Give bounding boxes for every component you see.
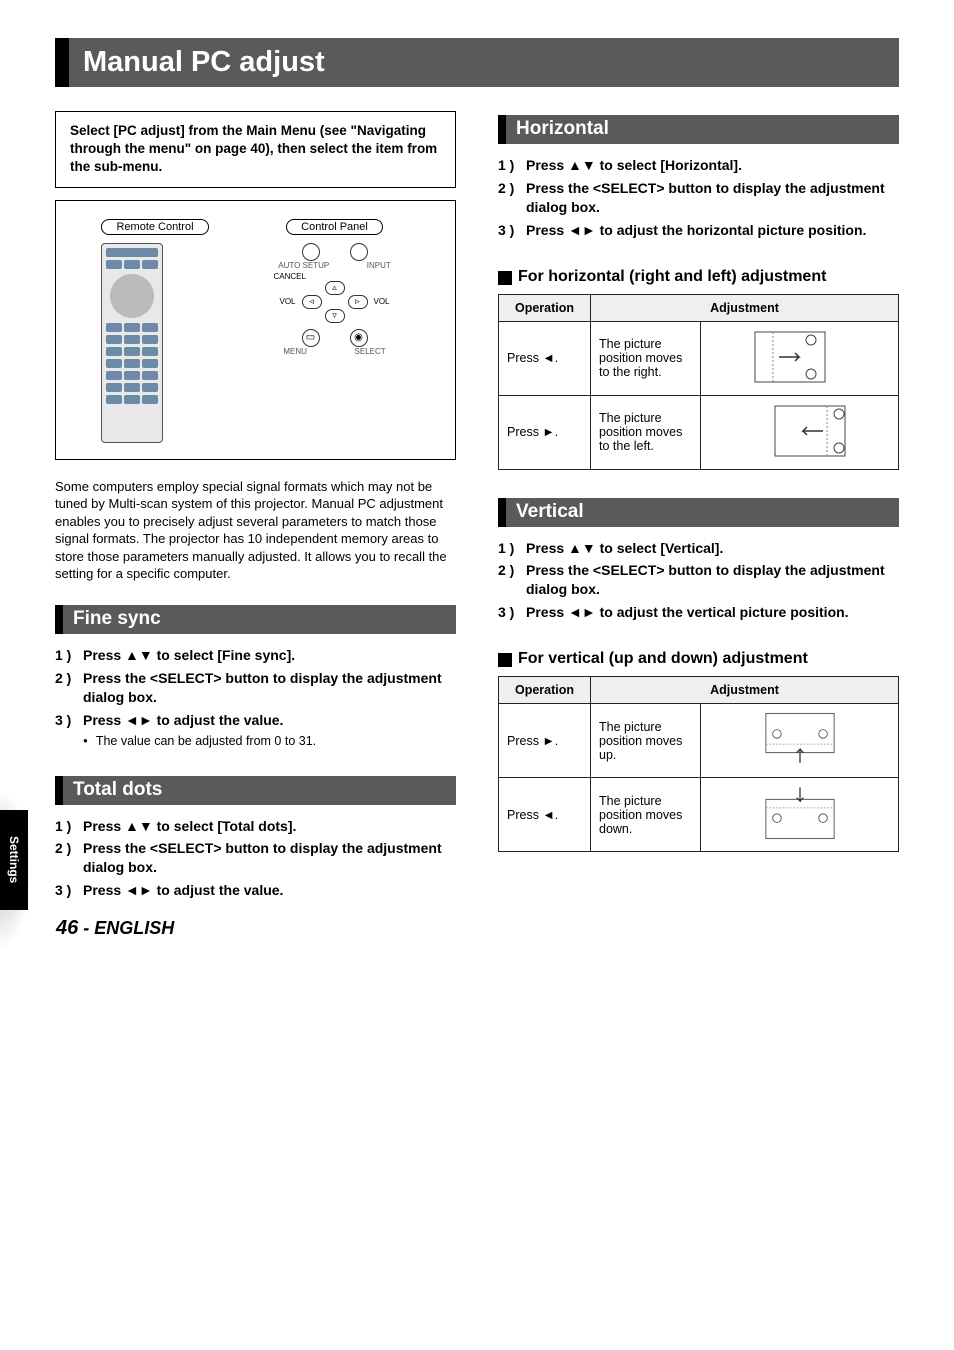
table-row: Press ◄. The picture position moves to t… bbox=[499, 321, 899, 395]
th-operation: Operation bbox=[499, 294, 591, 321]
table-row: Press ►. The picture position moves to t… bbox=[499, 395, 899, 469]
horizontal-heading: Horizontal bbox=[498, 115, 899, 144]
intro-instruction: Select [PC adjust] from the Main Menu (s… bbox=[55, 111, 456, 188]
th-adjustment: Adjustment bbox=[591, 294, 899, 321]
page-number: 46 bbox=[56, 917, 78, 939]
vertical-heading: Vertical bbox=[498, 498, 899, 527]
page-footer: 46 - ENGLISH bbox=[56, 917, 174, 940]
diagram-right-icon bbox=[701, 321, 899, 395]
page-title-bar: Manual PC adjust bbox=[55, 38, 899, 87]
remote-control-icon bbox=[101, 243, 163, 443]
horizontal-table: Operation Adjustment Press ◄. The pictur… bbox=[498, 294, 899, 470]
vertical-steps: 1 )Press ▲▼ to select [Vertical]. 2 )Pre… bbox=[498, 539, 899, 623]
remote-control-label: Remote Control bbox=[101, 219, 208, 235]
fine-sync-steps: 1 )Press ▲▼ to select [Fine sync]. 2 )Pr… bbox=[55, 646, 456, 748]
diagram-down-icon bbox=[701, 778, 899, 852]
table-row: Press ►. The picture position moves up. bbox=[499, 704, 899, 778]
page-title: Manual PC adjust bbox=[83, 46, 887, 79]
horizontal-steps: 1 )Press ▲▼ to select [Horizontal]. 2 )P… bbox=[498, 156, 899, 240]
total-dots-heading: Total dots bbox=[55, 776, 456, 805]
th-operation: Operation bbox=[499, 677, 591, 704]
vertical-table: Operation Adjustment Press ►. The pictur… bbox=[498, 676, 899, 852]
table-row: Press ◄. The picture position moves down… bbox=[499, 778, 899, 852]
fine-sync-heading: Fine sync bbox=[55, 605, 456, 634]
intro-body: Some computers employ special signal for… bbox=[55, 478, 456, 583]
side-tab: Settings bbox=[0, 810, 28, 910]
control-panel-icon: AUTO SETUPINPUT CANCEL ▵ VOL ◃ ▹ VOL ▿ ▭… bbox=[260, 243, 410, 356]
diagram-left-icon bbox=[701, 395, 899, 469]
horizontal-subheading: For horizontal (right and left) adjustme… bbox=[498, 268, 899, 286]
th-adjustment: Adjustment bbox=[591, 677, 899, 704]
controls-diagram: Remote Control Contr bbox=[55, 200, 456, 460]
total-dots-steps: 1 )Press ▲▼ to select [Total dots]. 2 )P… bbox=[55, 817, 456, 901]
control-panel-label: Control Panel bbox=[286, 219, 383, 235]
diagram-up-icon bbox=[701, 704, 899, 778]
vertical-subheading: For vertical (up and down) adjustment bbox=[498, 650, 899, 668]
fine-sync-note: The value can be adjusted from 0 to 31. bbox=[96, 734, 316, 748]
